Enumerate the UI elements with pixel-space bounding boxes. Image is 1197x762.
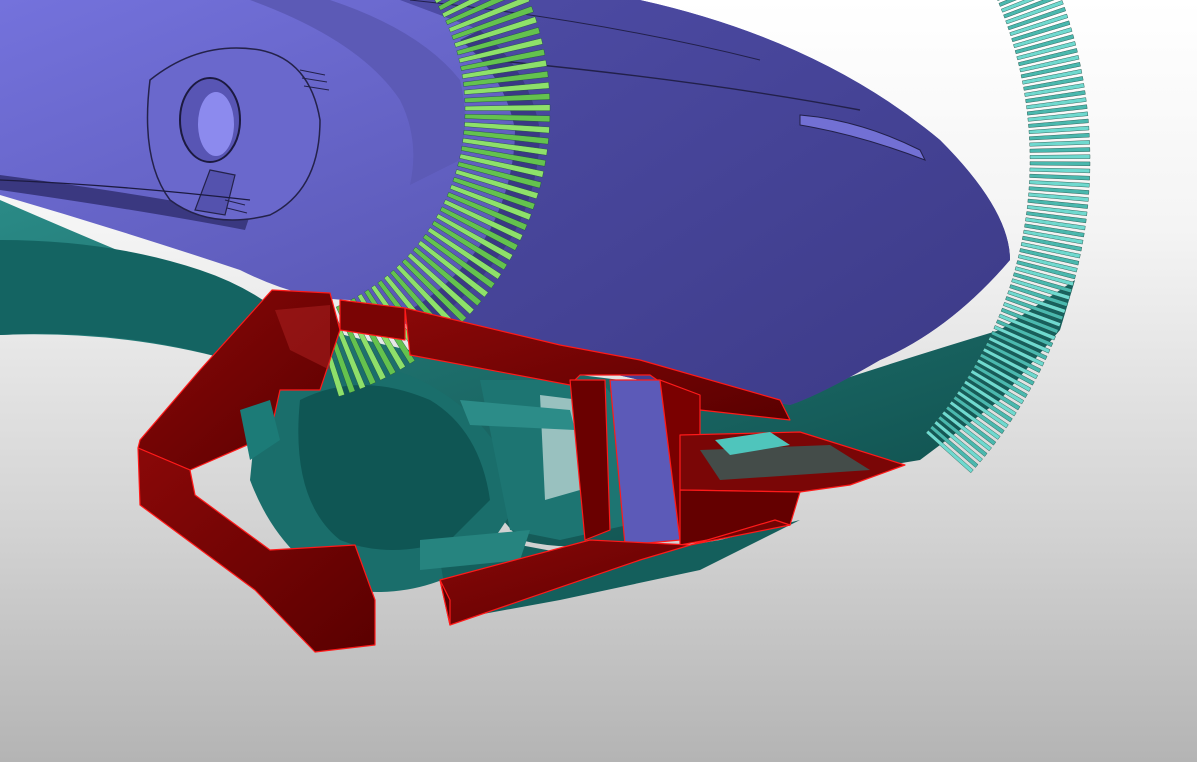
outer-ring-tooth: [1028, 125, 1090, 135]
outer-ring-tooth: [1029, 180, 1090, 188]
outer-ring-tooth: [1029, 173, 1090, 181]
outer-ring-tooth: [1028, 186, 1090, 195]
turbine-section-model[interactable]: [0, 0, 1197, 762]
outer-ring-tooth: [1029, 132, 1090, 141]
3d-viewport[interactable]: [0, 0, 1197, 762]
outer-ring-tooth: [1029, 140, 1090, 147]
outer-ring-tooth: [1029, 167, 1091, 174]
outer-ring-tooth: [1029, 147, 1091, 153]
outer-ring-tooth: [1029, 154, 1091, 160]
outer-ring-tooth: [1029, 161, 1091, 167]
